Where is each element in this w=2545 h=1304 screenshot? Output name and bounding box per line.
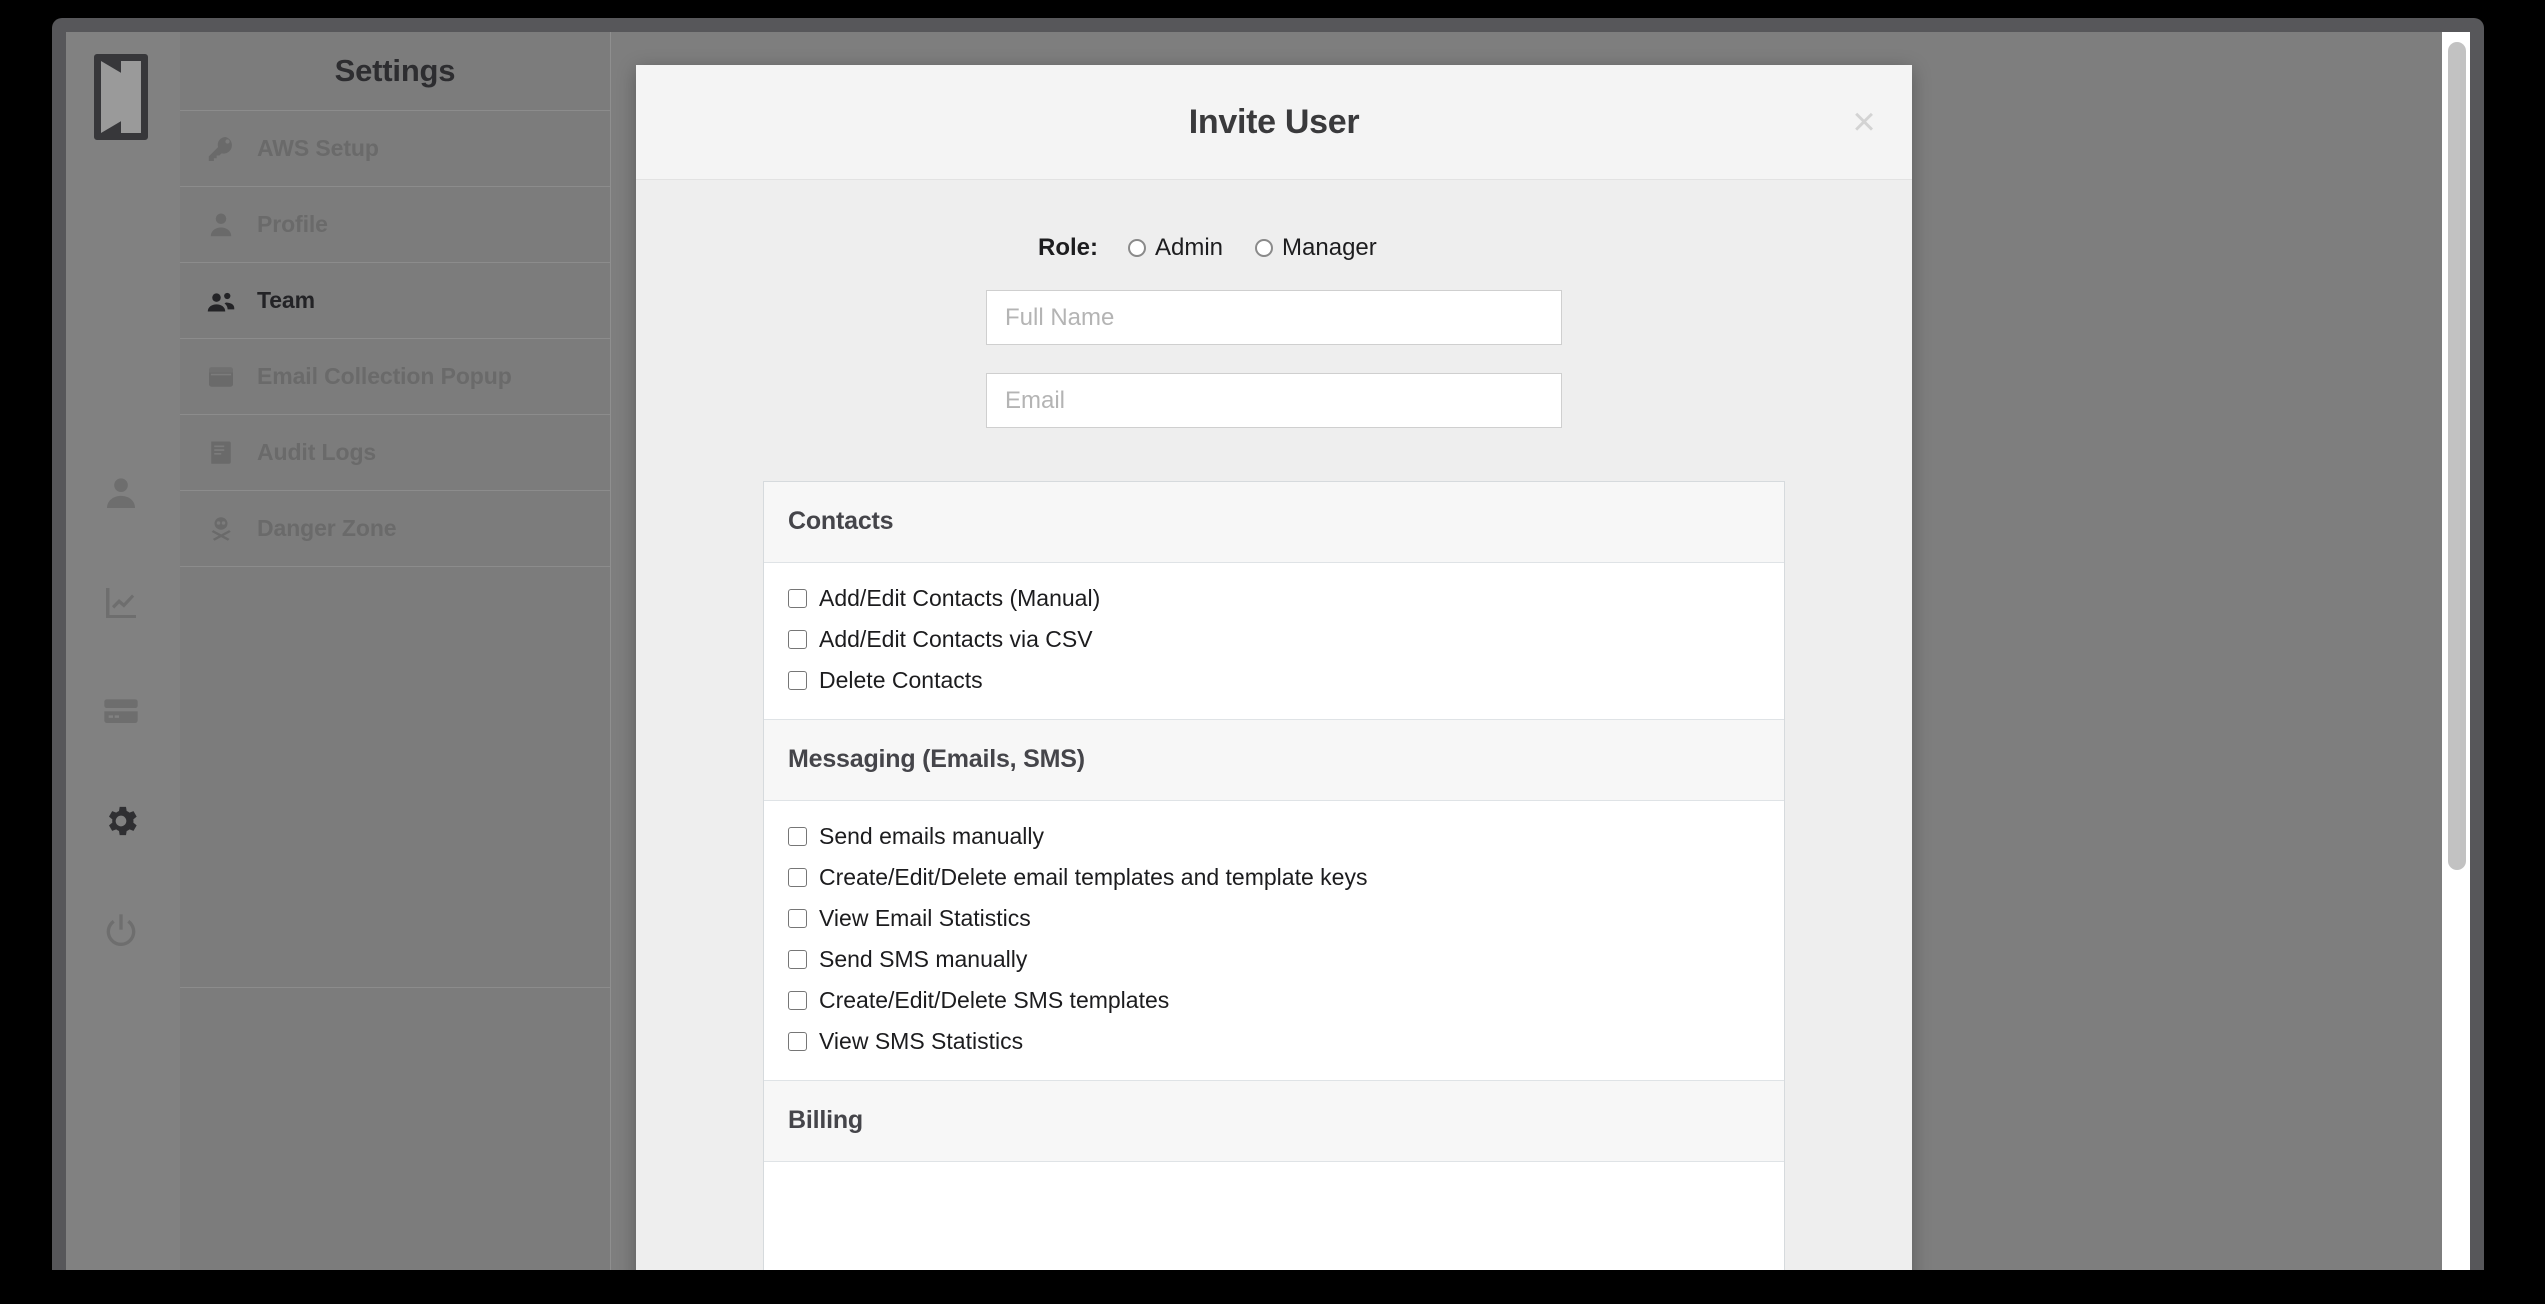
- team-people-icon: [204, 286, 238, 316]
- page-scrollbar[interactable]: [2442, 32, 2470, 1270]
- permission-label: Send emails manually: [819, 823, 1045, 849]
- permission-label: Add/Edit Contacts via CSV: [819, 626, 1093, 652]
- sidebar-item-profile[interactable]: Profile: [180, 187, 610, 263]
- permission-label: Add/Edit Contacts (Manual): [819, 585, 1101, 611]
- radio-circle-icon: [1128, 239, 1146, 257]
- permission-checkbox-row[interactable]: View SMS Statistics: [788, 1028, 1784, 1055]
- modal-body: Role: Admin Manager Full Name Email Cont…: [636, 180, 1912, 1270]
- permission-label: Create/Edit/Delete SMS templates: [819, 987, 1170, 1013]
- sidebar-item-email-collection-popup[interactable]: Email Collection Popup: [180, 339, 610, 415]
- modal-header: Invite User ×: [636, 65, 1912, 180]
- sidebar-item-audit-logs[interactable]: Audit Logs: [180, 415, 610, 491]
- permission-section-header-messaging: Messaging (Emails, SMS): [764, 720, 1784, 801]
- app-logo-icon[interactable]: [94, 54, 148, 140]
- window-icon: [204, 362, 238, 392]
- permission-checkbox-row[interactable]: View Email Statistics: [788, 905, 1784, 932]
- checkbox-icon[interactable]: [788, 1032, 807, 1051]
- permission-label: Create/Edit/Delete email templates and t…: [819, 864, 1368, 890]
- sidebar-item-aws-setup[interactable]: AWS Setup: [180, 111, 610, 187]
- sidebar-item-label: Danger Zone: [257, 515, 397, 541]
- logo-leaf-shape: [101, 61, 123, 133]
- permission-label: View SMS Statistics: [819, 1028, 1024, 1054]
- close-icon[interactable]: ×: [1844, 102, 1884, 142]
- role-radio-admin[interactable]: Admin: [1128, 234, 1223, 262]
- permission-checkbox-row[interactable]: Send emails manually: [788, 823, 1784, 850]
- checkbox-icon[interactable]: [788, 671, 807, 690]
- power-icon[interactable]: [98, 907, 144, 953]
- sidebar-item-label: Team: [257, 287, 315, 313]
- sidebar-item-danger-zone[interactable]: Danger Zone: [180, 491, 610, 567]
- modal-title: Invite User: [1188, 103, 1360, 141]
- invite-user-modal: Invite User × Role: Admin Manager Full N…: [636, 65, 1912, 1270]
- credit-card-icon[interactable]: [98, 688, 144, 734]
- checkbox-icon[interactable]: [788, 991, 807, 1010]
- checkbox-icon[interactable]: [788, 589, 807, 608]
- role-radio-manager-label: Manager: [1282, 234, 1377, 261]
- sidebar-item-label: Profile: [257, 211, 328, 237]
- user-icon[interactable]: [98, 470, 144, 516]
- email-input[interactable]: [986, 373, 1562, 428]
- role-selector-row: Role: Admin Manager: [636, 180, 1912, 262]
- sidebar-empty-area: [180, 567, 610, 988]
- sidebar-item-label: Audit Logs: [257, 439, 377, 465]
- gear-icon[interactable]: [98, 798, 144, 844]
- full-name-input[interactable]: [986, 290, 1562, 345]
- permission-section-body-billing: [764, 1162, 1784, 1270]
- permission-label: Send SMS manually: [819, 946, 1028, 972]
- permission-section-body-messaging: Send emails manually Create/Edit/Delete …: [764, 801, 1784, 1081]
- permission-label: Delete Contacts: [819, 667, 983, 693]
- book-icon: [204, 438, 238, 468]
- checkbox-icon[interactable]: [788, 630, 807, 649]
- checkbox-icon[interactable]: [788, 827, 807, 846]
- permission-label: View Email Statistics: [819, 905, 1031, 931]
- sidebar-item-label: AWS Setup: [257, 135, 379, 161]
- checkbox-icon[interactable]: [788, 950, 807, 969]
- role-radio-admin-label: Admin: [1155, 234, 1224, 261]
- checkbox-icon[interactable]: [788, 868, 807, 887]
- browser-window-frame: Settings AWS Setup Profile Team Email Co…: [52, 18, 2484, 1270]
- permission-checkbox-row[interactable]: Create/Edit/Delete SMS templates: [788, 987, 1784, 1014]
- analytics-chart-icon[interactable]: [98, 580, 144, 626]
- permission-checkbox-row[interactable]: Send SMS manually: [788, 946, 1784, 973]
- person-icon: [204, 210, 238, 240]
- sidebar-item-label: Email Collection Popup: [257, 363, 512, 389]
- checkbox-icon[interactable]: [788, 909, 807, 928]
- skull-crossbones-icon: [204, 514, 238, 544]
- radio-circle-icon: [1255, 239, 1274, 257]
- role-label: Role:: [1038, 234, 1098, 261]
- key-icon: [204, 134, 238, 164]
- permission-section-header-billing: Billing: [764, 1081, 1784, 1162]
- permission-checkbox-row[interactable]: Delete Contacts: [788, 667, 1784, 694]
- window-viewport: Settings AWS Setup Profile Team Email Co…: [66, 32, 2470, 1270]
- permission-checkbox-row[interactable]: Add/Edit Contacts via CSV: [788, 626, 1784, 653]
- left-icon-rail: [66, 32, 181, 1270]
- logo-panel-shape: [121, 61, 141, 133]
- permission-section-header-contacts: Contacts: [764, 482, 1784, 563]
- screen-root: Settings AWS Setup Profile Team Email Co…: [0, 0, 2545, 1304]
- sidebar-item-team[interactable]: Team: [180, 263, 610, 339]
- permission-section-body-contacts: Add/Edit Contacts (Manual) Add/Edit Cont…: [764, 563, 1784, 720]
- page-scrollbar-thumb[interactable]: [2448, 42, 2466, 870]
- settings-sidebar: Settings AWS Setup Profile Team Email Co…: [180, 32, 611, 1270]
- permission-checkbox-row[interactable]: Add/Edit Contacts (Manual): [788, 585, 1784, 612]
- permissions-card: Contacts Add/Edit Contacts (Manual) Add/…: [763, 481, 1785, 1270]
- page-title: Settings: [180, 32, 610, 111]
- role-radio-manager[interactable]: Manager: [1255, 234, 1377, 262]
- permission-checkbox-row[interactable]: Create/Edit/Delete email templates and t…: [788, 864, 1784, 891]
